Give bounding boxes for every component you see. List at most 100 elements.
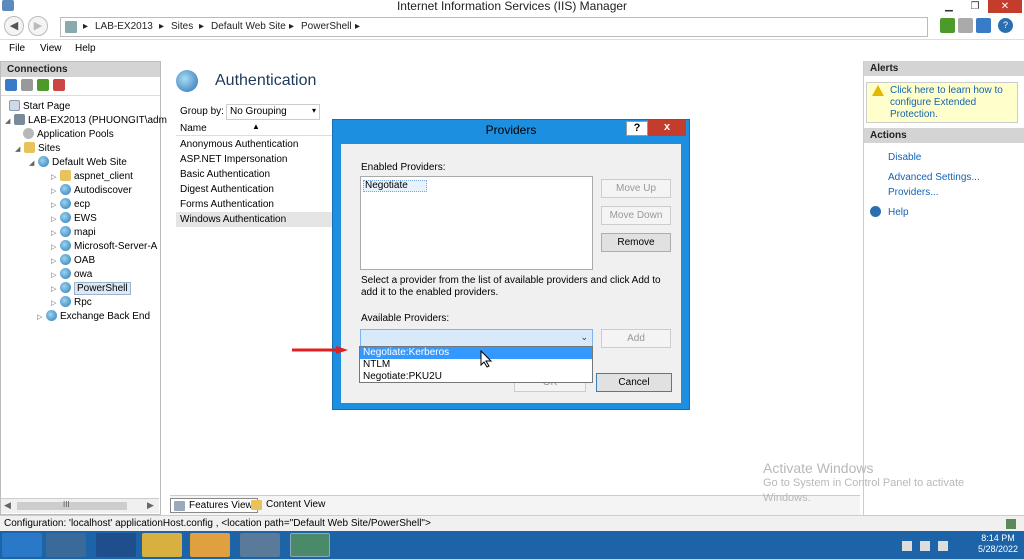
watermark-title: Activate Windows [763, 460, 874, 476]
collapse-arrow-icon[interactable]: ▷ [51, 171, 60, 185]
tree-item-microsoft-server[interactable]: ▷ Microsoft-Server-A [51, 240, 157, 254]
menu-view[interactable]: View [40, 43, 62, 54]
tree-item-rpc[interactable]: ▷ Rpc [51, 296, 92, 310]
refresh-icon[interactable] [37, 79, 49, 91]
remove-connection-icon[interactable] [53, 79, 65, 91]
dialog-close-button[interactable]: x [648, 120, 686, 136]
connect-icon[interactable] [5, 79, 17, 91]
list-item-selected[interactable]: Windows Authentication [176, 212, 334, 227]
iis-manager-taskbar-icon-active[interactable] [290, 533, 330, 557]
action-providers[interactable]: Providers... [888, 187, 939, 198]
toolbar-icon-1[interactable] [940, 18, 955, 33]
tree-item-autodiscover[interactable]: ▷ Autodiscover [51, 184, 132, 198]
start-button[interactable] [2, 533, 42, 557]
tree-item-start-page[interactable]: Start Page [9, 100, 70, 114]
forward-button[interactable]: ▶ [28, 16, 48, 36]
collapse-arrow-icon[interactable]: ▷ [51, 227, 60, 241]
volume-icon[interactable] [938, 541, 948, 551]
server-manager-taskbar-icon[interactable] [46, 533, 86, 557]
alerts-header: Alerts [864, 61, 1024, 76]
column-header-name[interactable]: Name ▲ [176, 122, 336, 136]
menu-bar: File View Help [0, 41, 1024, 59]
list-item[interactable]: Digest Authentication [176, 182, 334, 197]
collapse-arrow-icon[interactable]: ▷ [51, 213, 60, 227]
group-by-select[interactable]: No Grouping ▾ [226, 104, 320, 120]
dropdown-option-ntlm[interactable]: NTLM [360, 359, 592, 371]
move-down-button[interactable]: Move Down [601, 206, 671, 225]
list-item-negotiate[interactable]: Negotiate [363, 180, 427, 192]
list-item[interactable]: Basic Authentication [176, 167, 334, 182]
move-up-button[interactable]: Move Up [601, 179, 671, 198]
tree-item-powershell[interactable]: ▷ PowerShell [51, 282, 131, 296]
collapse-arrow-icon[interactable]: ▷ [51, 199, 60, 213]
restore-button[interactable]: ❐ [962, 0, 988, 13]
dropdown-option-pku2u[interactable]: Negotiate:PKU2U [360, 371, 592, 383]
alert-link[interactable]: Click here to learn how to configure Ext… [890, 85, 1015, 121]
cancel-button[interactable]: Cancel [596, 373, 672, 392]
collapse-arrow-icon[interactable]: ▷ [51, 255, 60, 269]
crumb-server[interactable]: LAB-EX2013 [95, 21, 153, 32]
scroll-left-icon[interactable]: ◀ [4, 500, 11, 511]
file-explorer-taskbar-icon[interactable] [142, 533, 182, 557]
app-taskbar-icon[interactable] [240, 533, 280, 557]
list-item[interactable]: Anonymous Authentication [176, 137, 334, 152]
globe-icon [60, 282, 71, 293]
menu-help[interactable]: Help [75, 43, 96, 54]
crumb-default-web-site[interactable]: Default Web Site [211, 21, 286, 32]
tree-item-default-web-site[interactable]: ◢ Default Web Site [29, 156, 127, 170]
enabled-providers-list[interactable]: Negotiate [360, 176, 593, 270]
breadcrumb[interactable]: ▸ LAB-EX2013 ▸ Sites ▸ Default Web Site … [60, 17, 928, 37]
network-icon[interactable] [920, 541, 930, 551]
close-button[interactable]: ✕ [988, 0, 1022, 13]
list-item[interactable]: ASP.NET Impersonation [176, 152, 334, 167]
powershell-taskbar-icon[interactable] [96, 533, 136, 557]
globe-icon [60, 184, 71, 195]
help-icon[interactable]: ? [998, 18, 1013, 33]
menu-file[interactable]: File [9, 43, 25, 54]
collapse-arrow-icon[interactable]: ▷ [51, 241, 60, 255]
tree-item-oab[interactable]: ▷ OAB [51, 254, 95, 268]
action-advanced-settings[interactable]: Advanced Settings... [888, 172, 980, 183]
dropdown-option-kerberos[interactable]: Negotiate:Kerberos [360, 347, 592, 359]
home-icon[interactable] [976, 18, 991, 33]
crumb-sites[interactable]: Sites [171, 21, 193, 32]
tree-item-app-pools[interactable]: Application Pools [23, 128, 114, 142]
tree-item-server[interactable]: ◢ LAB-EX2013 (PHUONGIT\adm [5, 114, 167, 128]
expand-arrow-icon[interactable]: ◢ [29, 157, 38, 171]
tray-icon[interactable] [902, 541, 912, 551]
collapse-arrow-icon[interactable]: ▷ [51, 185, 60, 199]
list-item[interactable]: Forms Authentication [176, 197, 334, 212]
collapse-arrow-icon[interactable]: ▷ [51, 283, 60, 297]
back-button[interactable]: ◀ [4, 16, 24, 36]
tree-item-ews[interactable]: ▷ EWS [51, 212, 97, 226]
dialog-help-button[interactable]: ? [626, 121, 648, 136]
scroll-right-icon[interactable]: ▶ [147, 500, 154, 511]
scroll-thumb[interactable] [17, 502, 127, 510]
expand-arrow-icon[interactable]: ◢ [15, 143, 24, 157]
minimize-button[interactable]: ▁ [936, 0, 962, 13]
globe-icon [60, 198, 71, 209]
stop-icon[interactable] [958, 18, 973, 33]
connections-hscroll[interactable]: ◀ III ▶ [1, 498, 159, 513]
action-disable[interactable]: Disable [888, 152, 921, 163]
collapse-arrow-icon[interactable]: ▷ [51, 297, 60, 311]
collapse-arrow-icon[interactable]: ▷ [51, 269, 60, 283]
collapse-arrow-icon[interactable]: ▷ [37, 311, 46, 325]
action-help[interactable]: Help [888, 207, 909, 218]
tree-item-sites[interactable]: ◢ Sites [15, 142, 60, 156]
tab-content-view[interactable]: Content View [248, 498, 329, 513]
tab-features-view[interactable]: Features View [170, 498, 258, 513]
tree-item-exchange-back-end[interactable]: ▷ Exchange Back End [37, 310, 150, 324]
tree-item-aspnet-client[interactable]: ▷ aspnet_client [51, 170, 133, 184]
clock[interactable]: 8:14 PM 5/28/2022 [978, 533, 1018, 555]
iis-taskbar-icon[interactable] [190, 533, 230, 557]
tree-item-owa[interactable]: ▷ owa [51, 268, 92, 282]
save-icon[interactable] [21, 79, 33, 91]
expand-arrow-icon[interactable]: ◢ [5, 115, 14, 129]
crumb-powershell[interactable]: PowerShell [301, 21, 352, 32]
tree-item-mapi[interactable]: ▷ mapi [51, 226, 96, 240]
available-providers-select[interactable]: ⌄ [360, 329, 593, 347]
tree-item-ecp[interactable]: ▷ ecp [51, 198, 90, 212]
remove-button[interactable]: Remove [601, 233, 671, 252]
add-button[interactable]: Add [601, 329, 671, 348]
